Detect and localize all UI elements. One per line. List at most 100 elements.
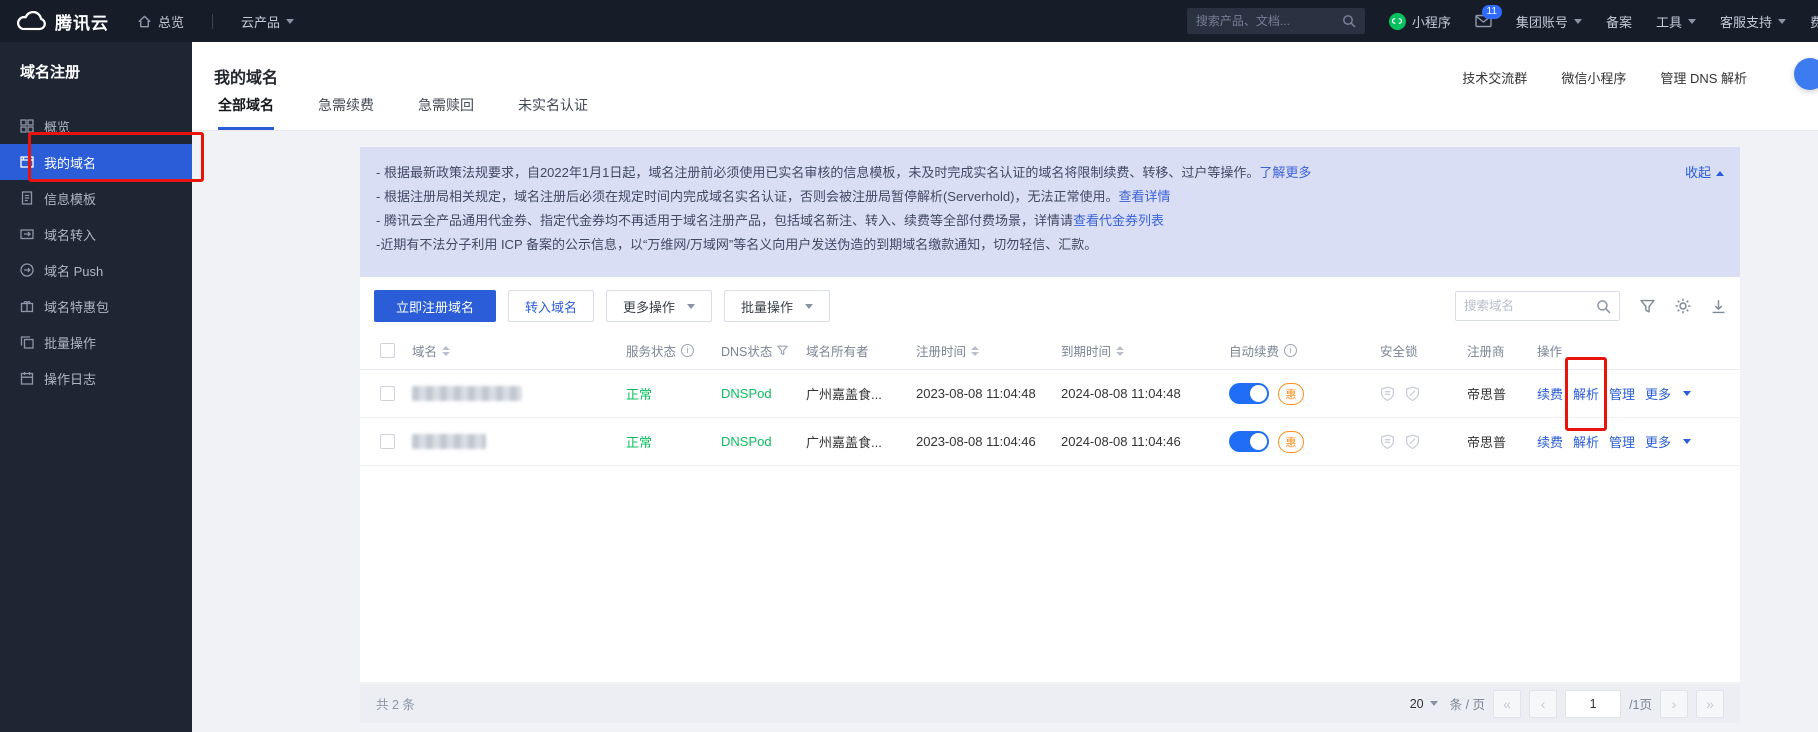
sidebar-title: 域名注册 [0,42,192,82]
tab-redeem-urgent[interactable]: 急需赎回 [418,95,474,130]
chevron-down-icon [1430,701,1438,706]
nav-cloud-products[interactable]: 云产品 [241,12,294,31]
sidebar-item-batch-operations[interactable]: 批量操作 [0,324,192,360]
page-count-label: /1页 [1629,694,1652,713]
nav-support[interactable]: 客服支持 [1720,12,1786,31]
select-all-checkbox[interactable] [380,343,395,358]
global-search-input[interactable] [1196,14,1342,28]
domain-owner: 广州嘉盖食... [806,384,882,403]
masked-domain-name[interactable] [412,386,522,401]
table-row: 正常 DNSPod 广州嘉盖食... 2023-08-08 11:04:46 2… [360,418,1740,466]
tab-not-verified[interactable]: 未实名认证 [518,95,588,130]
total-count: 共 2 条 [376,694,415,713]
registered-time: 2023-08-08 11:04:48 [916,386,1036,401]
sort-icon[interactable] [971,346,979,356]
collapse-notice-button[interactable]: 收起 [1685,161,1724,185]
sort-icon[interactable] [442,346,450,356]
sidebar-item-overview[interactable]: 概览 [0,108,192,144]
nav-group-account[interactable]: 集团账号 [1516,12,1582,31]
domain-search[interactable] [1455,291,1620,321]
masked-domain-name[interactable] [412,434,486,449]
column-settings-gear-icon[interactable] [1675,298,1691,314]
notice-line: - 腾讯云全产品通用代金券、指定代金券均不再适用于域名注册产品，包括域名新注、转… [376,209,1610,233]
chevron-down-icon [687,304,695,309]
dns-status-link[interactable]: DNSPod [721,434,772,449]
dns-status-link[interactable]: DNSPod [721,386,772,401]
more-action[interactable]: 更多 [1645,384,1671,403]
global-search[interactable] [1187,8,1365,34]
registrar: 帝思普 [1467,432,1506,451]
renew-action[interactable]: 续费 [1537,384,1563,403]
auto-renew-toggle[interactable] [1229,431,1269,452]
topbar: 腾讯云 总览 云产品 小程序 11 集 [0,0,1818,42]
current-page-input[interactable] [1565,690,1621,718]
service-status: 正常 [626,384,652,403]
manage-action[interactable]: 管理 [1609,432,1635,451]
sidebar-menu: 概览 我的域名 信息模板 域名转入 域名 Push 域名特惠包 批量操作 操作 [0,108,192,396]
voucher-list-link[interactable]: 查看代金券列表 [1073,213,1164,228]
registered-time: 2023-08-08 11:04:46 [916,434,1036,449]
push-icon [20,263,34,277]
transfer-in-icon [20,227,34,241]
sort-icon[interactable] [1116,346,1124,356]
batch-actions-button[interactable]: 批量操作 [724,290,830,322]
tencent-cloud-logo[interactable]: 腾讯云 [16,9,109,34]
toolbar-right [1455,291,1726,321]
domain-list-card: - 根据最新政策法规要求，自2022年1月1日起，域名注册前必须使用已实名审核的… [360,147,1740,682]
window-icon [20,155,34,169]
first-page-button[interactable]: « [1493,690,1521,718]
tab-all-domains[interactable]: 全部域名 [218,95,274,130]
dns-resolve-action[interactable]: 解析 [1573,432,1599,451]
filter-icon[interactable] [777,345,788,356]
nav-tools[interactable]: 工具 [1656,12,1696,31]
expire-time: 2024-08-08 11:04:48 [1061,386,1181,401]
message-count-badge: 11 [1482,5,1502,19]
nav-beian[interactable]: 备案 [1606,12,1632,31]
nav-overview[interactable]: 总览 [137,12,184,31]
sidebar-item-transfer-in[interactable]: 域名转入 [0,216,192,252]
wechat-miniapp-link[interactable]: 微信小程序 [1561,68,1626,87]
search-icon[interactable] [1596,299,1611,314]
transfer-domain-button[interactable]: 转入域名 [508,290,594,322]
nav-mini-program[interactable]: 小程序 [1389,12,1451,31]
info-icon[interactable]: i [1284,344,1297,357]
copy-batch-icon [20,335,34,349]
registrar-lock-shield-icon [1380,434,1395,449]
document-icon [20,191,34,205]
learn-more-link[interactable]: 了解更多 [1259,165,1311,180]
more-action[interactable]: 更多 [1645,432,1671,451]
sidebar-item-info-templates[interactable]: 信息模板 [0,180,192,216]
view-details-link[interactable]: 查看详情 [1118,189,1170,204]
domain-search-input[interactable] [1464,299,1596,313]
tab-renew-urgent[interactable]: 急需续费 [318,95,374,130]
nav-billing[interactable]: 费用 [1810,12,1818,31]
content-area: - 根据最新政策法规要求，自2022年1月1日起，域名注册前必须使用已实名审核的… [192,131,1818,732]
page-size-select[interactable]: 20 [1410,697,1438,711]
tech-group-link[interactable]: 技术交流群 [1462,68,1527,87]
prev-page-button[interactable]: ‹ [1529,690,1557,718]
filter-icon[interactable] [1640,299,1655,314]
more-actions-button[interactable]: 更多操作 [606,290,712,322]
next-page-button[interactable]: › [1660,690,1688,718]
manage-action[interactable]: 管理 [1609,384,1635,403]
expire-time: 2024-08-08 11:04:46 [1061,434,1181,449]
help-bubble[interactable] [1794,58,1818,90]
renew-action[interactable]: 续费 [1537,432,1563,451]
sidebar-item-my-domains[interactable]: 我的域名 [0,144,192,180]
last-page-button[interactable]: » [1696,690,1724,718]
row-checkbox[interactable] [380,434,395,449]
register-domain-button[interactable]: 立即注册域名 [374,290,496,322]
sidebar-item-special-package[interactable]: 域名特惠包 [0,288,192,324]
notice-line: - 根据注册局相关规定，域名注册后必须在规定时间内完成域名实名认证，否则会被注册… [376,185,1610,209]
info-icon[interactable]: i [681,344,694,357]
auto-renew-toggle[interactable] [1229,383,1269,404]
row-checkbox[interactable] [380,386,395,401]
search-icon[interactable] [1342,14,1356,28]
dns-resolve-action[interactable]: 解析 [1573,384,1599,403]
messages-button[interactable]: 11 [1475,14,1492,28]
download-icon[interactable] [1711,299,1726,314]
sidebar-item-domain-push[interactable]: 域名 Push [0,252,192,288]
sidebar-item-operation-log[interactable]: 操作日志 [0,360,192,396]
chevron-down-icon [1778,19,1786,24]
manage-dns-link[interactable]: 管理 DNS 解析 [1660,68,1747,87]
